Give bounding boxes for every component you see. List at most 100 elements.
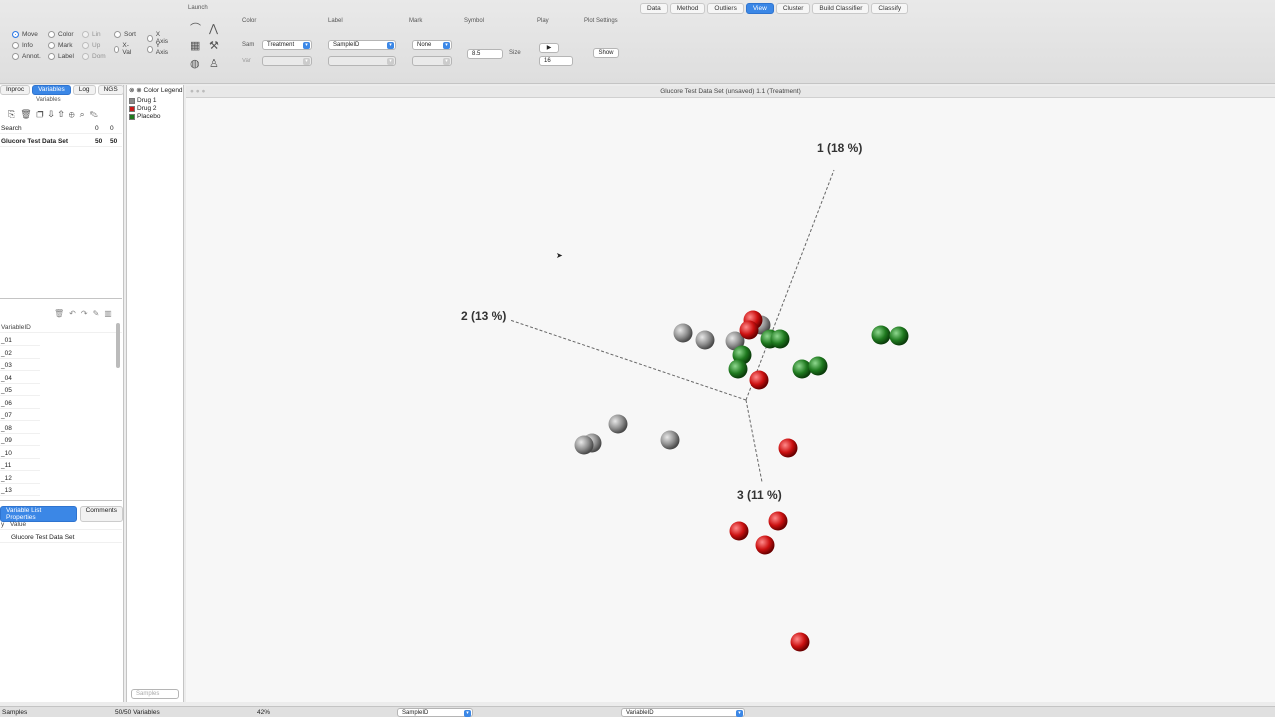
radio-up[interactable]: Up <box>82 42 100 49</box>
sample-point-gray[interactable] <box>660 430 680 450</box>
trash-icon[interactable]: 🗑 <box>20 109 36 119</box>
sample-point-green[interactable] <box>792 359 812 379</box>
sample-point-red[interactable] <box>729 521 749 541</box>
color-sam-select[interactable]: Treatment ▾ <box>262 40 312 50</box>
tab-method[interactable]: Method <box>669 3 706 14</box>
sample-id-select[interactable]: SampleID ▾ <box>397 708 473 717</box>
label-var-select[interactable]: ▾ <box>328 56 396 66</box>
legend-item-drug-2[interactable]: Drug 2 <box>129 105 157 112</box>
edit-icon[interactable]: ✎ <box>90 109 103 119</box>
mark-select[interactable]: None ▾ <box>412 40 452 50</box>
merge-icon[interactable]: ⊕ <box>69 109 80 119</box>
variable-row[interactable]: _05 <box>0 385 40 396</box>
redo-icon[interactable]: ↷ <box>81 309 93 318</box>
mark-var-select[interactable]: ▾ <box>412 56 452 66</box>
sample-point-gray[interactable] <box>695 330 715 350</box>
dataset-row[interactable]: Glucore Test Data Set 50 50 <box>0 136 122 147</box>
search-row[interactable]: Search 0 0 <box>0 123 122 134</box>
sample-point-red[interactable] <box>790 632 810 652</box>
sample-point-red[interactable] <box>768 511 788 531</box>
sample-point-red[interactable] <box>749 370 769 390</box>
pca-3d-plot[interactable]: 1 (18 %) 2 (13 %) 3 (11 %) ➤ <box>186 98 1275 702</box>
copy-icon[interactable]: ❐ <box>37 109 49 119</box>
var-label: Var <box>242 58 251 64</box>
radio-dom[interactable]: Dom <box>82 53 106 60</box>
table-icon[interactable]: ▦ <box>190 41 200 52</box>
sample-point-red[interactable] <box>778 438 798 458</box>
undo-icon[interactable]: ↶ <box>69 309 81 318</box>
sample-point-green[interactable] <box>728 359 748 379</box>
radio-y-axis[interactable]: Y Axis <box>147 42 169 56</box>
window-controls-icon[interactable]: ● ● ● <box>190 86 205 98</box>
tab-cluster[interactable]: Cluster <box>775 3 811 14</box>
sample-point-gray[interactable] <box>673 323 693 343</box>
tab-view[interactable]: View <box>745 3 774 14</box>
play-button[interactable]: ▶ <box>539 43 559 53</box>
variable-row[interactable]: _10 <box>0 448 40 459</box>
radio-info[interactable]: Info <box>12 42 33 49</box>
sample-point-gray[interactable] <box>574 435 594 455</box>
radio-color[interactable]: Color <box>48 31 74 38</box>
radio-xval[interactable]: X-Val <box>114 42 133 56</box>
globe-icon[interactable]: ◍ <box>190 59 200 70</box>
variable-row[interactable]: _13 <box>0 485 40 496</box>
variable-id-select[interactable]: VariableID ▾ <box>621 708 745 717</box>
radio-mark[interactable]: Mark <box>48 42 72 49</box>
tab-inproc[interactable]: Inproc <box>0 85 31 95</box>
tab-classify[interactable]: Classify <box>871 3 909 14</box>
play-speed-stepper[interactable]: 16 <box>539 56 573 66</box>
tool-icon[interactable]: ⚒ <box>209 41 219 52</box>
tab-variables[interactable]: Variables <box>32 85 71 95</box>
variable-row[interactable]: _11 <box>0 460 40 471</box>
line-chart-icon[interactable]: ⌒ <box>190 24 201 35</box>
size-label: Size <box>509 50 521 56</box>
upload-icon[interactable]: ⇧ <box>59 109 69 119</box>
axis-2-line <box>509 319 747 401</box>
sample-point-green[interactable] <box>770 329 790 349</box>
radio-label[interactable]: Label <box>48 53 74 60</box>
radio-sort[interactable]: Sort <box>114 31 136 38</box>
tab-ngs[interactable]: NGS <box>97 85 124 95</box>
variable-row[interactable]: _01 <box>0 335 40 346</box>
axis-1-label: 1 (18 %) <box>817 141 862 155</box>
legend-item-drug-1[interactable]: Drug 1 <box>129 97 157 104</box>
variable-row[interactable]: _03 <box>0 360 40 371</box>
variable-list-scrollbar[interactable] <box>116 323 120 368</box>
label-select[interactable]: SampleID ▾ <box>328 40 396 50</box>
legend-item-placebo[interactable]: Placebo <box>129 113 161 120</box>
sample-point-green[interactable] <box>808 356 828 376</box>
download-icon[interactable]: ⇩ <box>49 109 59 119</box>
variable-row[interactable]: _04 <box>0 373 40 384</box>
variable-row[interactable]: _08 <box>0 423 40 434</box>
sample-point-gray[interactable] <box>608 414 628 434</box>
radio-lin[interactable]: Lin <box>82 31 101 38</box>
radio-annot[interactable]: Annot. <box>12 53 41 60</box>
tab-build-classifier[interactable]: Build Classifier <box>812 3 870 14</box>
variable-row[interactable]: _09 <box>0 435 40 446</box>
plot-svg[interactable]: 1 (18 %) 2 (13 %) 3 (11 %) ➤ <box>186 98 1275 702</box>
variable-row[interactable]: _07 <box>0 410 40 421</box>
symbol-size-stepper[interactable]: 8.5 <box>467 49 503 59</box>
delete-icon[interactable]: 🗑 <box>54 309 69 318</box>
search-icon[interactable]: ⌕ <box>80 109 90 119</box>
new-list-icon[interactable]: ⎘ <box>8 109 20 119</box>
show-plot-settings-button[interactable]: Show <box>593 48 619 58</box>
panel-icon[interactable]: ▥ <box>104 309 117 318</box>
variable-row[interactable]: _02 <box>0 348 40 359</box>
top-tab-bar: Data Method Outliers View Cluster Build … <box>640 3 909 14</box>
variable-row[interactable]: _12 <box>0 473 40 484</box>
sample-point-green[interactable] <box>889 326 909 346</box>
sample-point-red[interactable] <box>739 320 759 340</box>
histogram-icon[interactable]: ⋀ <box>209 24 218 35</box>
radio-move[interactable]: Move <box>12 31 38 38</box>
legend-samples-select[interactable]: Samples <box>131 689 179 699</box>
tab-data[interactable]: Data <box>640 3 668 14</box>
tab-log[interactable]: Log <box>72 85 96 95</box>
sample-point-green[interactable] <box>871 325 891 345</box>
color-var-select[interactable]: ▾ <box>262 56 312 66</box>
pencil-icon[interactable]: ✎ <box>93 309 105 318</box>
person-icon[interactable]: ♙ <box>209 59 219 70</box>
tab-outliers[interactable]: Outliers <box>707 3 744 14</box>
variable-row[interactable]: _06 <box>0 398 40 409</box>
sample-point-red[interactable] <box>755 535 775 555</box>
